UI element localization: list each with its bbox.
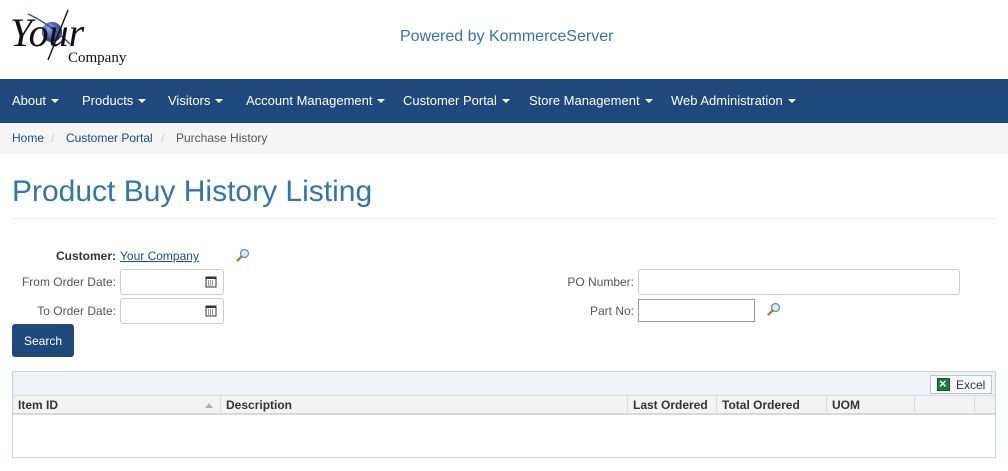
nav-item-web-administration[interactable]: Web Administration xyxy=(671,93,796,108)
nav-item-store-management[interactable]: Store Management xyxy=(529,93,653,108)
column-header-uom[interactable]: UOM xyxy=(827,396,915,415)
caret-down-icon xyxy=(644,98,653,103)
caret-down-icon xyxy=(215,98,224,103)
to-date-calendar-button[interactable] xyxy=(200,298,224,324)
search-button[interactable]: Search xyxy=(12,324,74,357)
nav-item-account-management[interactable]: Account Management xyxy=(246,93,386,108)
column-header-last-ordered[interactable]: Last Ordered xyxy=(628,396,717,415)
breadcrumb-separator: / xyxy=(161,131,165,145)
grid-body xyxy=(13,417,995,457)
site-header: Your Company Powered by KommerceServer xyxy=(0,0,1008,79)
nav-item-customer-portal[interactable]: Customer Portal xyxy=(403,93,510,108)
breadcrumb-home[interactable]: Home xyxy=(12,131,44,145)
export-excel-button[interactable]: Excel xyxy=(930,375,992,394)
nav-item-visitors[interactable]: Visitors xyxy=(168,93,224,108)
calendar-icon xyxy=(205,305,217,317)
nav-item-products[interactable]: Products xyxy=(82,93,147,108)
caret-down-icon xyxy=(501,98,510,103)
purchase-history-grid: Excel Item ID Description Last Ordered T… xyxy=(12,371,996,458)
nav-item-about[interactable]: About xyxy=(12,93,59,108)
po-number-label: PO Number: xyxy=(567,275,634,289)
from-date-label: From Order Date: xyxy=(21,275,116,289)
column-label: Last Ordered xyxy=(633,398,708,412)
grid-toolbar: Excel xyxy=(13,372,995,396)
to-date-input[interactable] xyxy=(120,298,201,324)
calendar-icon xyxy=(205,276,217,288)
grid-header: Item ID Description Last Ordered Total O… xyxy=(13,396,995,415)
page-title: Product Buy History Listing xyxy=(12,175,373,208)
company-logo[interactable]: Your Company xyxy=(10,4,140,70)
breadcrumb-current: Purchase History xyxy=(176,131,268,145)
po-number-input[interactable] xyxy=(638,269,960,295)
powered-by-text: Powered by KommerceServer xyxy=(400,28,614,45)
column-label: UOM xyxy=(832,398,860,412)
part-no-label: Part No: xyxy=(589,304,634,318)
excel-icon xyxy=(937,376,950,391)
nav-label: About xyxy=(12,93,46,108)
column-label: Item ID xyxy=(18,398,59,412)
svg-text:Company: Company xyxy=(68,50,127,66)
part-no-input[interactable] xyxy=(638,299,755,322)
svg-text:Your: Your xyxy=(10,10,85,55)
from-date-input[interactable] xyxy=(120,269,201,295)
breadcrumb-customer-portal[interactable]: Customer Portal xyxy=(66,131,153,145)
column-header-item-id[interactable]: Item ID xyxy=(13,396,221,415)
customer-link[interactable]: Your Company xyxy=(120,249,199,263)
caret-down-icon xyxy=(377,98,386,103)
caret-down-icon xyxy=(138,98,147,103)
nav-label: Web Administration xyxy=(671,93,783,108)
part-lookup-icon[interactable] xyxy=(767,302,781,316)
column-header-description[interactable]: Description xyxy=(221,396,628,415)
column-label: Total Ordered xyxy=(722,398,800,412)
caret-down-icon xyxy=(50,98,59,103)
nav-label: Products xyxy=(82,93,134,108)
breadcrumb-separator: / xyxy=(51,131,55,145)
column-header-blank xyxy=(915,396,975,415)
customer-lookup-icon[interactable] xyxy=(236,248,250,262)
from-date-calendar-button[interactable] xyxy=(200,269,224,295)
sort-ascending-icon xyxy=(205,403,213,408)
title-divider xyxy=(12,218,996,219)
nav-label: Account Management xyxy=(246,93,373,108)
column-header-total-ordered[interactable]: Total Ordered xyxy=(717,396,827,415)
main-nav: About Products Visitors Account Manageme… xyxy=(0,79,1008,123)
column-label: Description xyxy=(226,398,293,412)
customer-label: Customer: xyxy=(55,249,116,263)
breadcrumb: Home / Customer Portal / Purchase Histor… xyxy=(0,123,1008,154)
to-date-label: To Order Date: xyxy=(37,304,116,318)
nav-label: Store Management xyxy=(529,93,640,108)
caret-down-icon xyxy=(787,98,796,103)
nav-label: Visitors xyxy=(168,93,211,108)
nav-label: Customer Portal xyxy=(403,93,497,108)
export-excel-label: Excel xyxy=(956,378,986,392)
